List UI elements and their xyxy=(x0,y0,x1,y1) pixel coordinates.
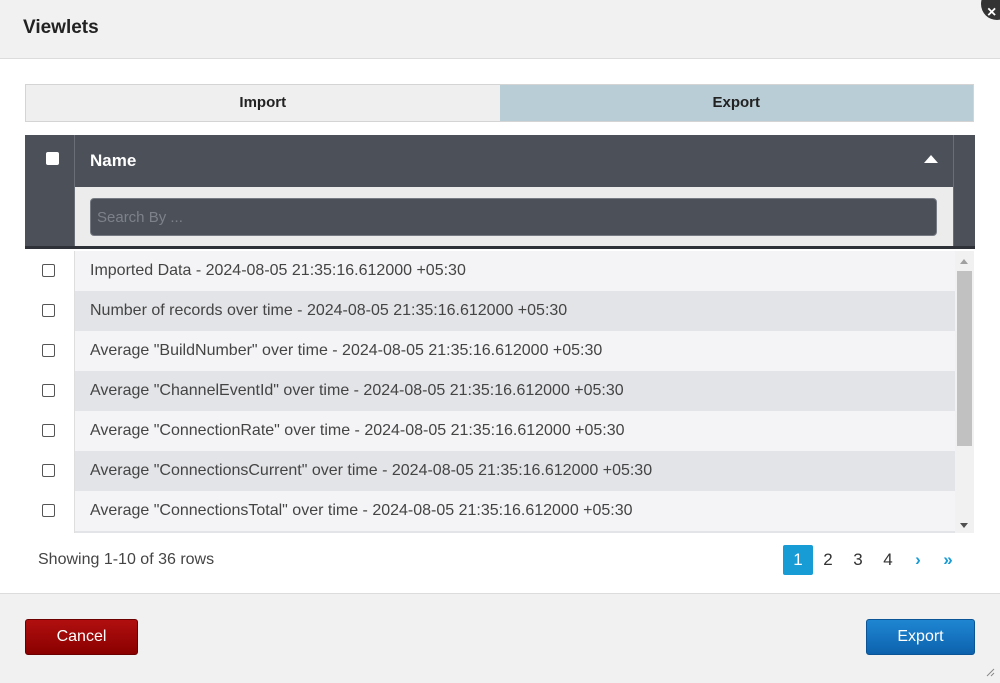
table-row[interactable]: Average "ConnectionRate" over time - 202… xyxy=(25,411,955,451)
search-input[interactable] xyxy=(90,198,937,236)
row-name: Number of records over time - 2024-08-05… xyxy=(90,302,568,319)
row-checkbox[interactable] xyxy=(42,264,55,277)
filter-area xyxy=(75,187,953,246)
row-checkbox-cell xyxy=(25,451,74,491)
row-checkbox-cell xyxy=(25,291,74,331)
table-row[interactable]: Average "BuildNumber" over time - 2024-0… xyxy=(25,331,955,371)
row-name: Average "ConnectionRate" over time - 202… xyxy=(90,422,625,439)
table-row[interactable]: Number of records over time - 2024-08-05… xyxy=(25,291,955,331)
row-checkbox-cell xyxy=(25,411,74,451)
row-checkbox-cell xyxy=(25,331,74,371)
row-checkbox[interactable] xyxy=(42,504,55,517)
tab-export[interactable]: Export xyxy=(499,85,973,121)
row-count-info: Showing 1-10 of 36 rows xyxy=(38,551,215,568)
row-checkbox-cell xyxy=(25,251,74,291)
row-name: Average "ConnectionsTotal" over time - 2… xyxy=(90,502,633,519)
name-column-header: Name xyxy=(75,135,954,246)
row-checkbox[interactable] xyxy=(42,464,55,477)
page-1-button[interactable]: 1 xyxy=(783,545,813,575)
pagination: 1 2 3 4 › » xyxy=(783,545,963,575)
table-header: Name xyxy=(25,135,975,249)
row-checkbox[interactable] xyxy=(42,384,55,397)
page-4-button[interactable]: 4 xyxy=(873,545,903,575)
select-all-checkbox[interactable] xyxy=(46,152,59,165)
scrollbar-thumb[interactable] xyxy=(957,271,972,446)
row-name: Average "ConnectionsCurrent" over time -… xyxy=(90,462,653,479)
page-3-button[interactable]: 3 xyxy=(843,545,873,575)
row-checkbox[interactable] xyxy=(42,304,55,317)
last-page-icon[interactable]: » xyxy=(933,545,963,575)
row-name: Imported Data - 2024-08-05 21:35:16.6120… xyxy=(90,262,466,279)
divider xyxy=(74,251,75,291)
row-checkbox[interactable] xyxy=(42,344,55,357)
table-body: Imported Data - 2024-08-05 21:35:16.6120… xyxy=(25,251,955,533)
row-checkbox-cell xyxy=(25,371,74,411)
name-column-label[interactable]: Name xyxy=(90,151,136,171)
divider xyxy=(74,491,75,531)
select-all-column xyxy=(25,135,75,246)
table-row[interactable]: Average "ConnectionsTotal" over time - 2… xyxy=(25,491,955,531)
export-button[interactable]: Export xyxy=(866,619,975,655)
divider xyxy=(74,291,75,331)
dialog-title: Viewlets xyxy=(23,17,99,38)
dialog-footer: Cancel Export xyxy=(0,593,1000,683)
divider xyxy=(74,451,75,491)
scroll-down-icon[interactable] xyxy=(960,523,968,528)
row-checkbox-cell xyxy=(25,491,74,531)
page-2-button[interactable]: 2 xyxy=(813,545,843,575)
row-name: Average "BuildNumber" over time - 2024-0… xyxy=(90,342,603,359)
tab-bar: Import Export xyxy=(25,84,974,122)
row-checkbox[interactable] xyxy=(42,424,55,437)
row-name: Average "ChannelEventId" over time - 202… xyxy=(90,382,624,399)
table-row[interactable]: Average "ConnectionsCurrent" over time -… xyxy=(25,451,955,491)
next-page-icon[interactable]: › xyxy=(903,545,933,575)
table-row[interactable]: Average "ChannelEventId" over time - 202… xyxy=(25,371,955,411)
divider xyxy=(74,411,75,451)
divider xyxy=(74,331,75,371)
divider xyxy=(74,371,75,411)
sort-ascending-icon[interactable] xyxy=(924,155,938,163)
tab-import[interactable]: Import xyxy=(26,85,500,121)
cancel-button[interactable]: Cancel xyxy=(25,619,138,655)
vertical-scrollbar[interactable] xyxy=(955,251,974,533)
table-footer: Showing 1-10 of 36 rows 1 2 3 4 › » xyxy=(25,533,975,585)
table-row[interactable]: Imported Data - 2024-08-05 21:35:16.6120… xyxy=(25,251,955,291)
dialog-header: Viewlets xyxy=(0,0,1000,59)
resize-handle-icon[interactable] xyxy=(985,667,995,677)
scroll-up-icon[interactable] xyxy=(960,259,968,264)
